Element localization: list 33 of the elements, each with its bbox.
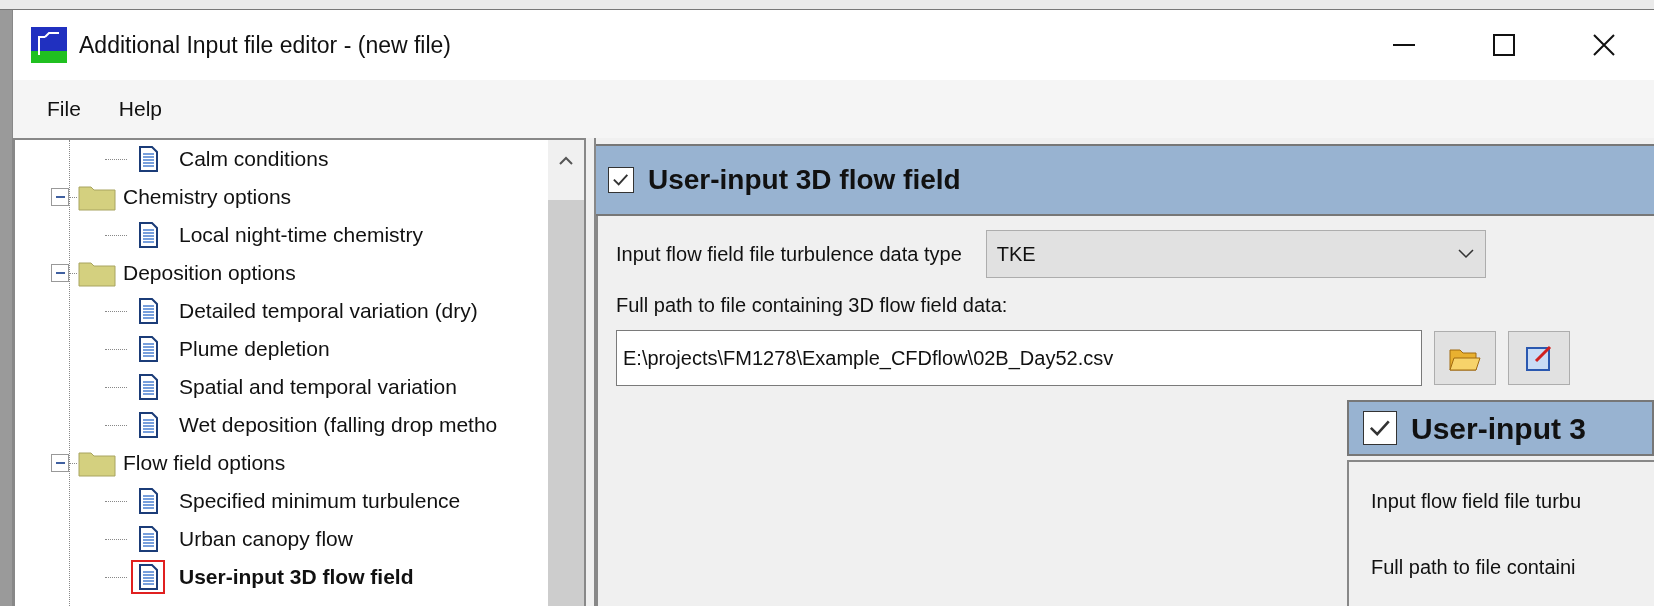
- tree-item[interactable]: Calm conditions: [179, 143, 329, 175]
- tree-item[interactable]: Local night-time chemistry: [179, 219, 423, 251]
- field-label: Input flow field file turbulence data type: [616, 242, 962, 267]
- collapse-toggle[interactable]: [51, 264, 69, 282]
- collapse-toggle[interactable]: [51, 454, 69, 472]
- tree-item[interactable]: Urban canopy flow: [179, 523, 353, 555]
- chevron-down-icon: [1456, 248, 1475, 260]
- field-label: Input flow field file turbu: [1371, 489, 1583, 514]
- panel-title: User-input 3: [1411, 410, 1587, 447]
- scrollbar[interactable]: [548, 140, 584, 606]
- tree-folder-label[interactable]: Flow field options: [123, 447, 286, 479]
- tree-item[interactable]: Wet deposition (falling drop metho: [179, 409, 498, 441]
- close-icon: [1592, 33, 1616, 57]
- tree-item[interactable]: Detailed temporal variation (dry): [179, 295, 478, 327]
- dropdown[interactable]: TKE: [985, 230, 1486, 278]
- app-icon: [31, 27, 67, 63]
- checkbox[interactable]: [608, 167, 634, 193]
- panel-title: User-input 3D flow field: [648, 163, 961, 197]
- menu-item[interactable]: File: [33, 89, 95, 129]
- field-label: Full path to file containing 3D flow field data:: [616, 293, 1009, 318]
- field-label: Full path to file containi: [1371, 555, 1577, 580]
- tree-folder-label[interactable]: Chemistry options: [123, 181, 292, 213]
- tree-item[interactable]: Specified minimum turbulence: [179, 485, 461, 517]
- tree-folder-label[interactable]: Deposition options: [123, 257, 296, 289]
- window-title: Additional Input file editor - (new file): [79, 30, 452, 60]
- checkbox[interactable]: [1363, 411, 1397, 445]
- tree-item[interactable]: Plume depletion: [179, 333, 330, 365]
- menu-item[interactable]: Help: [104, 89, 177, 129]
- edit-button[interactable]: [1508, 331, 1570, 385]
- collapse-toggle[interactable]: [51, 188, 69, 206]
- tree-item[interactable]: Spatial and temporal variation: [179, 371, 457, 403]
- path-input-field[interactable]: E:\projects\FM1278\Example_CFDflow\02B_Day52.csv: [616, 330, 1422, 386]
- tree-item[interactable]: User-input 3D flow field: [179, 561, 414, 593]
